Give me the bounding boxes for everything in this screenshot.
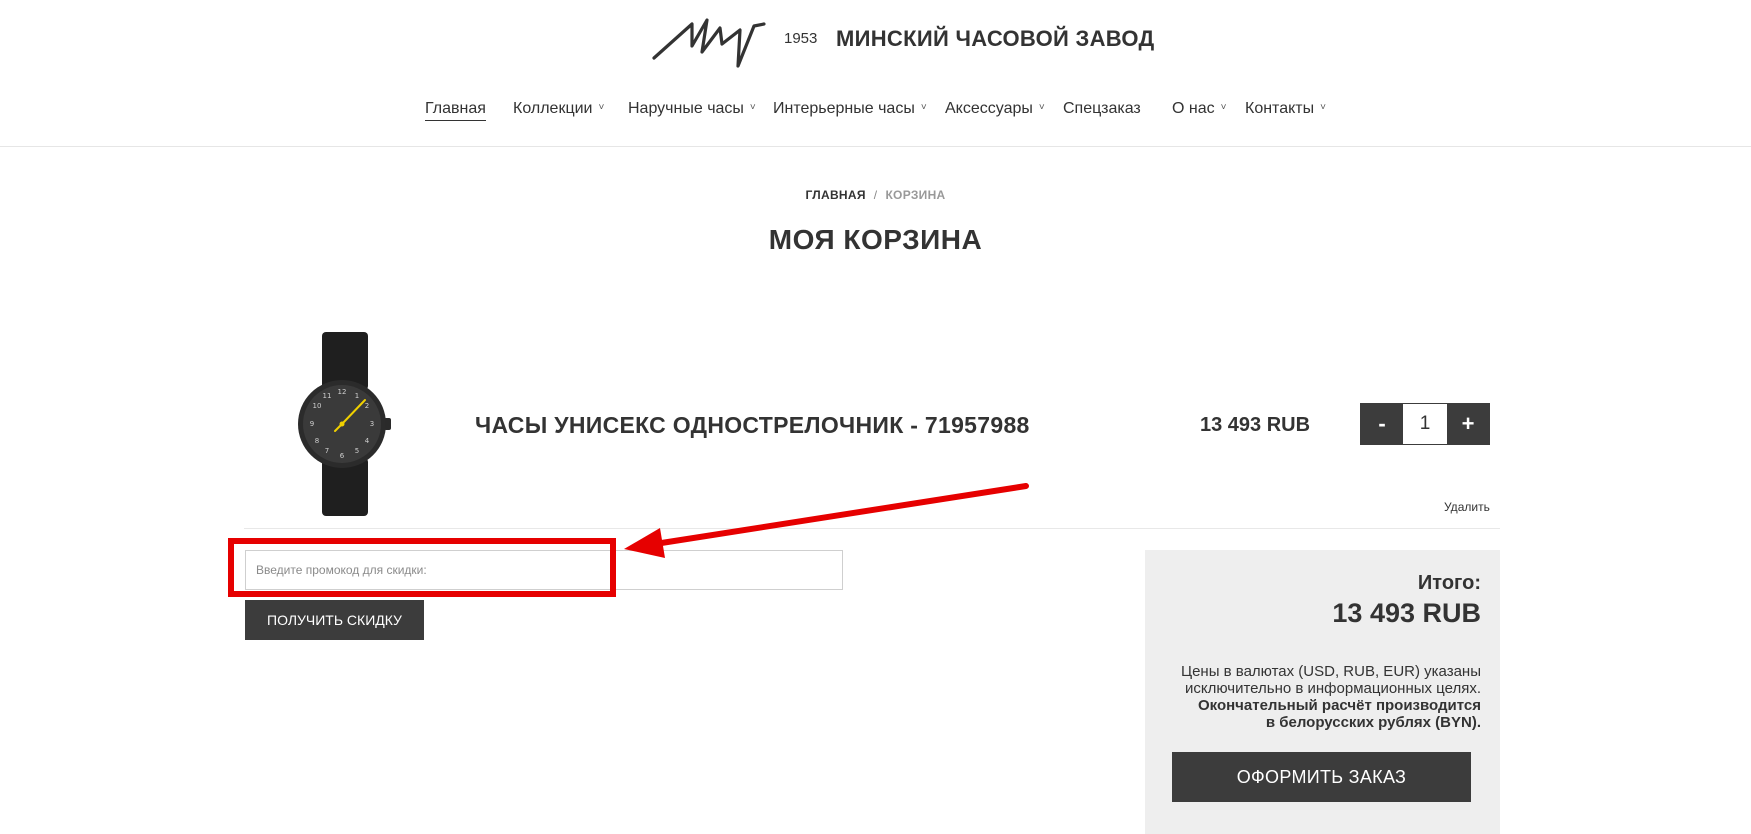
svg-text:2: 2 xyxy=(365,402,369,410)
svg-text:10: 10 xyxy=(313,402,322,410)
notice-line: исключительно в информационных целях. xyxy=(1184,680,1481,697)
quantity-value[interactable]: 1 xyxy=(1403,404,1447,444)
order-summary: Итого: 13 493 RUB Цены в валютах (USD, R… xyxy=(1145,550,1500,834)
chevron-down-icon: ˅ xyxy=(598,102,605,113)
nav-item-about[interactable]: О нас ˅ xyxy=(1172,100,1226,118)
quantity-increase-button[interactable]: + xyxy=(1447,404,1489,444)
notice-line: Цены в валютах (USD, RUB, EUR) указаны xyxy=(1180,663,1481,680)
notice-line-bold: в белорусских рублях (BYN). xyxy=(1265,714,1481,731)
watch-image-icon[interactable]: 12 12 3 45 6 78 9 1011 xyxy=(295,332,395,516)
page-title: МОЯ КОРЗИНА xyxy=(768,224,983,255)
product-price: 13 493 RUB xyxy=(1200,414,1311,436)
nav-item-special-order[interactable]: Спецзаказ xyxy=(1063,100,1141,118)
place-order-button[interactable]: ОФОРМИТЬ ЗАКАЗ xyxy=(1172,752,1471,802)
logo-company-name[interactable]: МИНСКИЙ ЧАСОВОЙ ЗАВОД xyxy=(836,26,1155,52)
nav-item-label: Спецзаказ xyxy=(1063,100,1141,117)
svg-text:5: 5 xyxy=(355,447,359,455)
product-name[interactable]: ЧАСЫ УНИСЕКС ОДНОСТРЕЛОЧНИК - 71957988 xyxy=(475,412,1030,439)
quantity-stepper: - 1 + xyxy=(1360,403,1490,445)
breadcrumb-home-link[interactable]: ГЛАВНАЯ xyxy=(805,188,865,202)
svg-text:6: 6 xyxy=(340,452,345,460)
chevron-down-icon: ˅ xyxy=(920,102,927,113)
breadcrumb-current: КОРЗИНА xyxy=(885,188,946,202)
cart-divider xyxy=(244,528,1500,529)
chevron-down-icon: ˅ xyxy=(1038,102,1045,113)
svg-text:4: 4 xyxy=(365,437,370,445)
logo-year: 1953 xyxy=(784,30,818,47)
site-header: 1953 МИНСКИЙ ЧАСОВОЙ ЗАВОД Главная Колле… xyxy=(0,0,1751,147)
nav-item-interior-clocks[interactable]: Интерьерные часы ˅ xyxy=(773,100,927,118)
signature-logo-icon[interactable] xyxy=(652,6,768,74)
chevron-down-icon: ˅ xyxy=(1220,102,1227,113)
breadcrumb-separator: / xyxy=(873,188,878,202)
total-label: Итого: xyxy=(1417,572,1481,594)
nav-item-label: Коллекции xyxy=(513,100,593,117)
promo-code-input[interactable] xyxy=(245,550,843,590)
get-discount-button[interactable]: ПОЛУЧИТЬ СКИДКУ xyxy=(245,600,424,640)
svg-text:12: 12 xyxy=(338,388,347,396)
svg-text:1: 1 xyxy=(355,392,359,400)
nav-item-accessories[interactable]: Аксессуары ˅ xyxy=(945,100,1045,118)
total-value: 13 493 RUB xyxy=(1332,598,1481,628)
nav-item-contacts[interactable]: Контакты ˅ xyxy=(1245,100,1326,118)
nav-item-label: О нас xyxy=(1172,100,1215,117)
main-navigation: Главная Коллекции ˅ Наручные часы ˅ Интерь… xyxy=(0,100,1751,124)
svg-text:9: 9 xyxy=(310,420,314,428)
nav-item-home[interactable]: Главная xyxy=(425,100,486,121)
svg-text:8: 8 xyxy=(315,437,319,445)
chevron-down-icon: ˅ xyxy=(1320,102,1326,113)
svg-text:11: 11 xyxy=(323,392,332,400)
nav-item-label: Интерьерные часы xyxy=(773,100,915,117)
nav-item-label: Контакты xyxy=(1245,100,1315,117)
nav-item-collections[interactable]: Коллекции ˅ xyxy=(513,100,604,118)
nav-item-label: Наручные часы xyxy=(628,100,744,117)
chevron-down-icon: ˅ xyxy=(749,102,756,113)
nav-item-wrist-watches[interactable]: Наручные часы ˅ xyxy=(628,100,756,118)
nav-item-label: Аксессуары xyxy=(945,100,1033,117)
svg-text:7: 7 xyxy=(325,447,329,455)
quantity-decrease-button[interactable]: - xyxy=(1361,404,1403,444)
breadcrumb: ГЛАВНАЯ / КОРЗИНА xyxy=(0,188,1751,202)
nav-item-label: Главная xyxy=(425,100,486,117)
remove-item-link[interactable]: Удалить xyxy=(1444,500,1490,514)
currency-notice: Цены в валютах (USD, RUB, EUR) указаны и… xyxy=(1151,663,1481,731)
svg-text:3: 3 xyxy=(370,420,374,428)
notice-line-bold: Окончательный расчёт производится xyxy=(1197,697,1481,714)
